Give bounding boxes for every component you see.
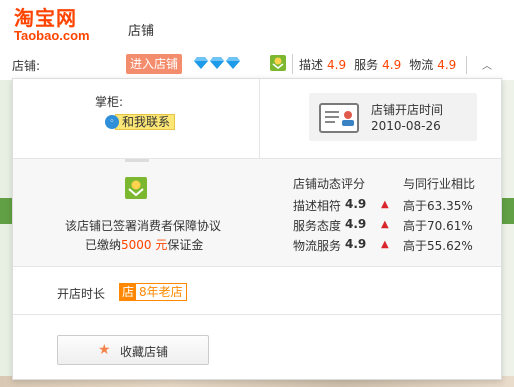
favorite-shop-label: 收藏店铺: [120, 345, 169, 359]
page-background-left: [0, 80, 12, 387]
compare-header: 与同行业相比: [403, 177, 476, 191]
guarantee-and-ratings-section: 该店铺已签署消费者保障协议 已缴纳5000 元保证金 店铺动态评分 与同行业相比…: [13, 159, 501, 267]
shop-info-popup: 掌柜: ◦ 和我联系 店铺开店时间 2010-08-26 该店铺已签署消费者保障…: [12, 78, 502, 380]
arrow-up-icon: ▲: [381, 219, 389, 230]
chat-icon: ◦: [105, 115, 119, 129]
shop-bar: 店铺: 进入店铺 描述 4.9 服务 4.9 物流 4.9 ︿: [0, 52, 514, 76]
open-date-value: 2010-08-26: [371, 119, 441, 133]
arrow-up-icon: ▲: [381, 199, 389, 210]
rating-description: 描述 4.9: [299, 57, 347, 72]
consumer-protection-icon[interactable]: [270, 55, 286, 71]
rating-logistics: 物流 4.9: [409, 57, 457, 72]
guarantee-text: 该店铺已签署消费者保障协议: [65, 219, 222, 233]
arrow-up-icon: ▲: [381, 239, 389, 250]
deposit-amount: 5000 元: [121, 238, 168, 252]
logo-text-cn: 淘宝网: [14, 6, 77, 30]
shop-age-section: 开店时长 店 8年老店: [13, 267, 501, 315]
shop-age-text: 8年老店: [136, 284, 186, 300]
rating-service: 服务 4.9: [354, 57, 402, 72]
seller-rank-diamonds[interactable]: [194, 57, 240, 71]
id-card-icon: [319, 103, 359, 133]
page-background-right: [502, 80, 514, 387]
open-date-box: 店铺开店时间 2010-08-26: [309, 93, 477, 141]
shop-ratings: 描述 4.9 服务 4.9 物流 4.9: [292, 54, 464, 74]
shop-badge-icon: 店: [120, 284, 136, 300]
dsr-row: 服务态度 4.9 ▲ 高于70.61%: [293, 217, 473, 233]
chevron-up-icon[interactable]: ︿: [482, 57, 492, 72]
taobao-logo[interactable]: 淘宝网 Taobao.com: [14, 8, 114, 44]
seller-section: 掌柜: ◦ 和我联系 店铺开店时间 2010-08-26: [13, 79, 501, 159]
shop-age-badge: 店 8年老店: [119, 283, 187, 301]
dsr-row: 物流服务 4.9 ▲ 高于55.62%: [293, 237, 473, 253]
dsr-header: 店铺动态评分: [293, 177, 366, 191]
contact-seller-label: 和我联系: [115, 114, 176, 130]
diamond-icon: [194, 57, 208, 69]
diamond-icon: [226, 57, 240, 69]
consumer-protection-icon: [125, 177, 147, 199]
page-title: 店铺: [128, 24, 155, 39]
deposit-text: 已缴纳5000 元保证金: [85, 238, 204, 252]
section-divider: [259, 79, 260, 159]
shop-label: 店铺:: [12, 59, 41, 73]
actions-section: ★ 收藏店铺: [13, 315, 501, 379]
divider-tick: [125, 159, 149, 162]
page-background-banner-right: [502, 198, 514, 224]
shop-age-label: 开店时长: [57, 287, 106, 301]
star-icon: ★: [98, 342, 111, 358]
page-background-banner-left: [0, 198, 12, 224]
diamond-icon: [210, 57, 224, 69]
keeper-label: 掌柜:: [95, 95, 124, 109]
contact-seller-button[interactable]: ◦ 和我联系: [105, 113, 176, 131]
dsr-row: 描述相符 4.9 ▲ 高于63.35%: [293, 197, 473, 213]
enter-shop-button[interactable]: 进入店铺: [126, 54, 182, 74]
favorite-shop-button[interactable]: ★ 收藏店铺: [57, 335, 209, 365]
ratings-divider: [466, 56, 467, 74]
open-date-label: 店铺开店时间: [371, 103, 444, 117]
logo-text-en: Taobao.com: [14, 28, 90, 43]
